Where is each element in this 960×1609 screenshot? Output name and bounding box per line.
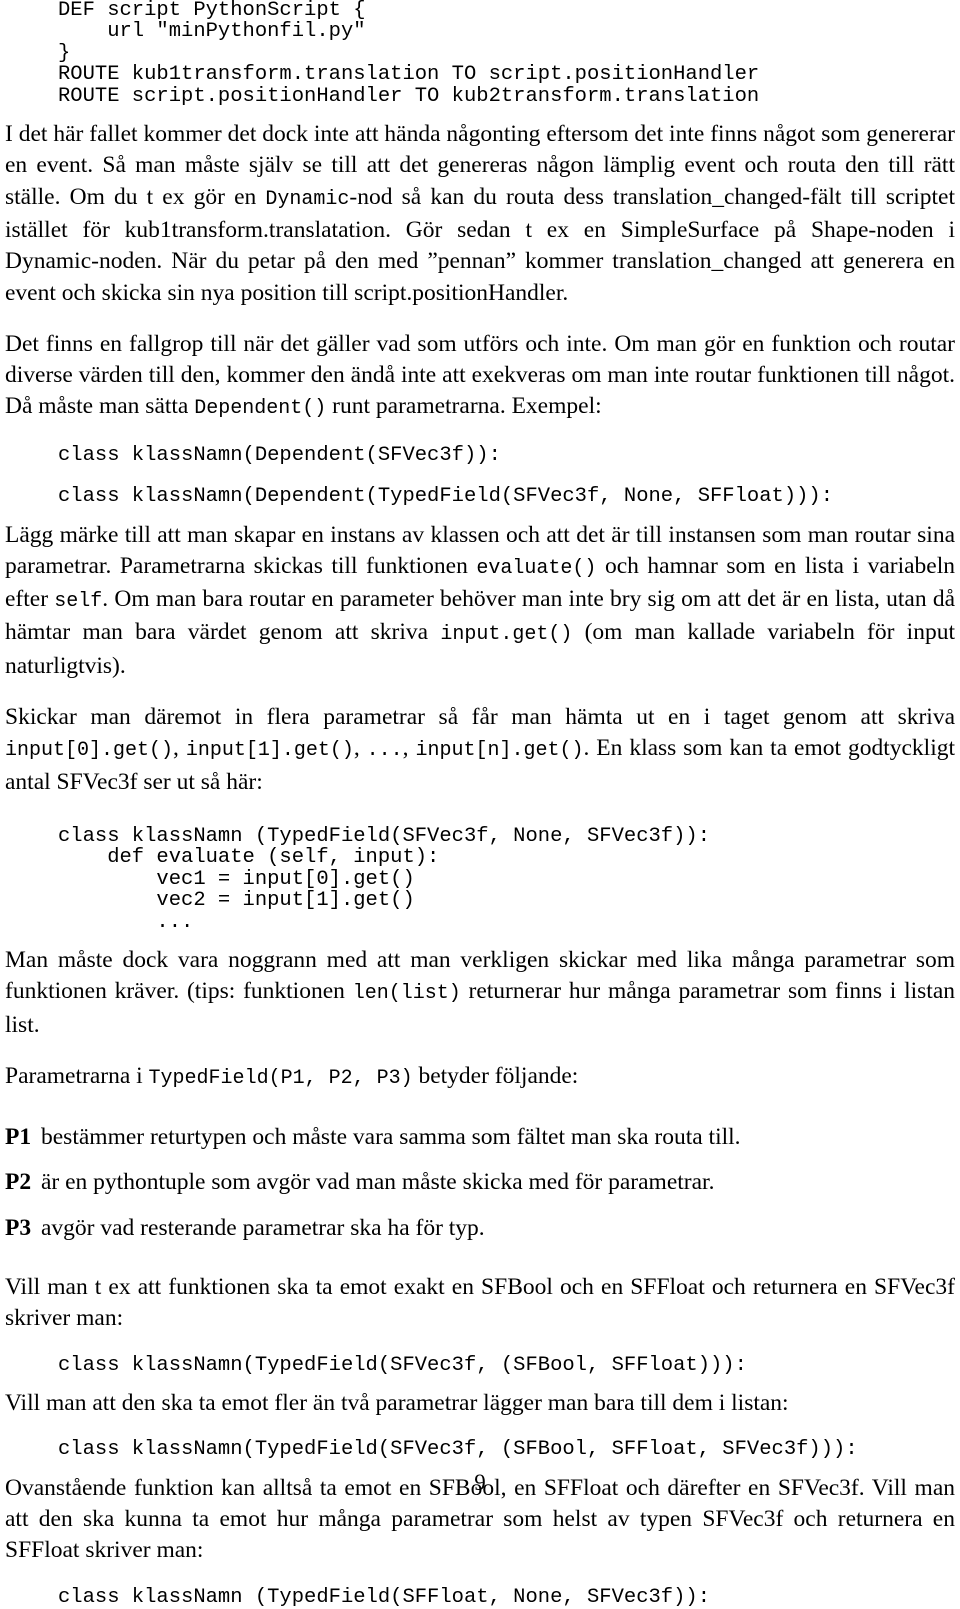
paragraph-skickar-flera: Skickar man däremot in flera parametrar … (5, 702, 955, 798)
paragraph-event-routing: I det här fallet kommer det dock inte at… (5, 119, 955, 309)
inline-code-dependent: Dependent() (194, 397, 327, 421)
inline-code-evaluate: evaluate() (476, 556, 597, 580)
code-block-sffloat-sfvec3f: class klassNamn (TypedField(SFFloat, Non… (58, 1585, 711, 1609)
code-block-dependent-typedfield: class klassNamn(Dependent(TypedField(SFV… (58, 485, 834, 509)
definition-label: P2 (5, 1169, 32, 1196)
definition-label: P3 (5, 1214, 32, 1241)
code-block-evaluate-example: class klassNamn (TypedField(SFVec3f, Non… (58, 824, 711, 934)
text-run: , (353, 735, 367, 762)
paragraph-noggrann: Man måste dock vara noggrann med att man… (5, 945, 955, 1041)
inline-code-input1: input[1].get() (185, 739, 354, 763)
code-block-sfbool-sffloat: class klassNamn(TypedField(SFVec3f, (SFB… (58, 1353, 747, 1377)
text-run: , (173, 735, 186, 762)
paragraph-fallgrop: Det finns en fallgrop till när det gälle… (5, 329, 955, 425)
text-run: Skickar man däremot in flera parametrar … (5, 704, 955, 730)
page-content: DEF script PythonScript { url "minPython… (5, 0, 955, 1608)
definition-text: är en pythontuple som avgör vad man måst… (41, 1169, 715, 1196)
definition-row-p3: P3 avgör vad resterande parametrar ska h… (5, 1213, 955, 1244)
paragraph-instans: Lägg märke till att man skapar en instan… (5, 520, 955, 682)
code-block-route: DEF script PythonScript { url "minPython… (58, 0, 760, 108)
page-number: 9 (474, 1470, 486, 1495)
text-run: betyder följande: (412, 1062, 579, 1089)
definition-text: avgör vad resterande parametrar ska ha f… (41, 1214, 485, 1241)
code-block-dependent-simple: class klassNamn(Dependent(SFVec3f)): (58, 443, 501, 467)
paragraph-fler-an-tva: Vill man att den ska ta emot fler än två… (5, 1390, 789, 1416)
inline-code-len-list: len(list) (352, 982, 461, 1006)
inline-code-input-get: input.get() (440, 623, 573, 647)
definition-label: P1 (5, 1124, 32, 1151)
document-page: DEF script PythonScript { url "minPython… (0, 0, 960, 1608)
paragraph-parametrarna: Parametrarna i TypedField(P1, P2, P3) be… (5, 1061, 955, 1094)
definition-row-p2: P2 är en pythontuple som avgör vad man m… (5, 1167, 955, 1198)
parameter-definition-list: P1 bestämmer returtypen och måste vara s… (5, 1122, 955, 1244)
code-block-sfbool-sffloat-sfvec3f: class klassNamn(TypedField(SFVec3f, (SFB… (58, 1438, 858, 1462)
inline-code-ellipsis: ... (366, 739, 403, 763)
text-run: runt parametrarna. Exempel: (326, 393, 602, 420)
text-run: , (402, 735, 416, 762)
definition-text: bestämmer returtypen och måste vara samm… (41, 1124, 741, 1151)
paragraph-vill-man: Vill man t ex att funktionen ska ta emot… (5, 1274, 955, 1332)
inline-code-input0: input[0].get() (5, 739, 174, 763)
inline-code-dynamic: Dynamic (265, 187, 350, 211)
inline-code-inputn: input[n].get() (415, 739, 584, 763)
definition-row-p1: P1 bestämmer returtypen och måste vara s… (5, 1122, 955, 1153)
inline-code-typedfield-params: TypedField(P1, P2, P3) (148, 1066, 413, 1090)
text-run: Parametrarna i (5, 1062, 149, 1089)
inline-code-self: self (54, 590, 103, 614)
